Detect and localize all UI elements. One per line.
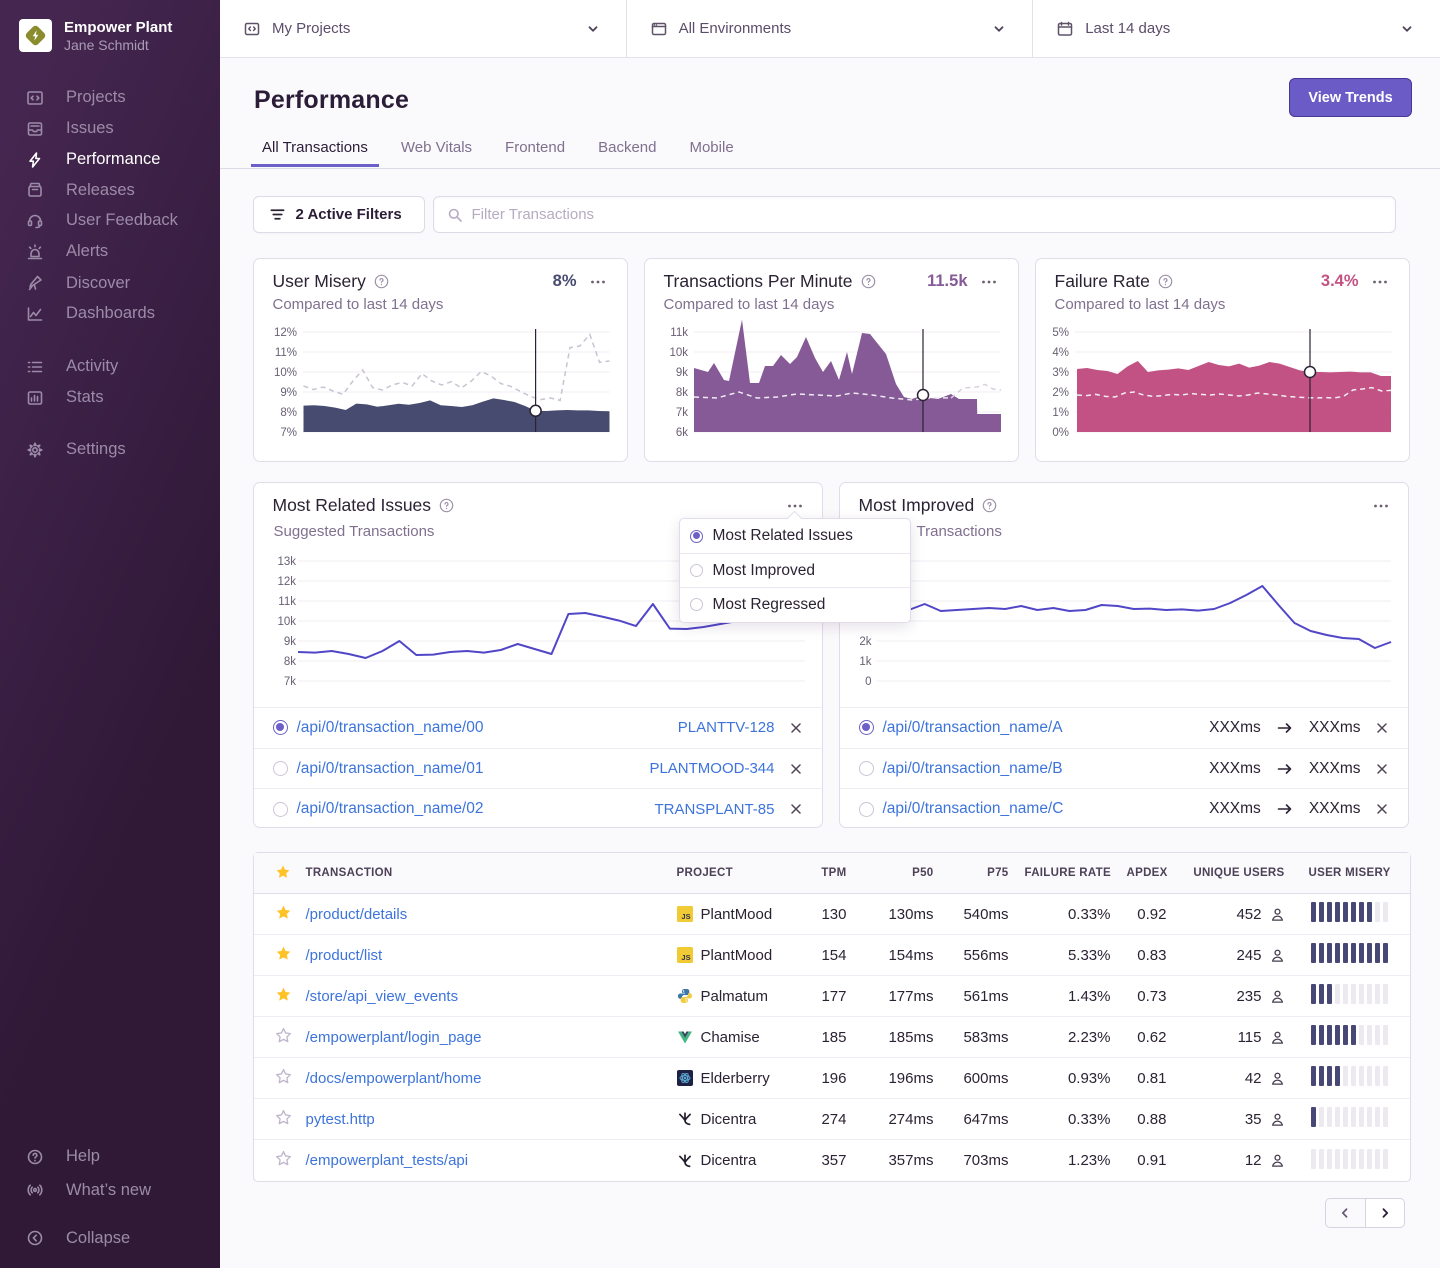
svg-text:13k: 13k <box>277 556 296 568</box>
svg-text:JS: JS <box>681 912 690 921</box>
svg-text:12k: 12k <box>277 576 296 588</box>
svg-text:2k: 2k <box>859 636 871 648</box>
svg-text:1%: 1% <box>1052 407 1069 419</box>
svg-text:12%: 12% <box>273 327 296 339</box>
svg-text:4%: 4% <box>1052 347 1069 359</box>
svg-text:10%: 10% <box>273 367 296 379</box>
svg-text:3%: 3% <box>1052 367 1069 379</box>
svg-text:10k: 10k <box>669 347 688 359</box>
svg-text:JS: JS <box>681 953 690 962</box>
svg-text:11%: 11% <box>274 347 296 359</box>
svg-text:7k: 7k <box>675 407 687 419</box>
svg-text:5%: 5% <box>1052 327 1069 339</box>
svg-text:7%: 7% <box>280 427 297 439</box>
svg-text:8k: 8k <box>283 656 295 668</box>
svg-text:11k: 11k <box>278 596 296 608</box>
svg-text:2%: 2% <box>1052 387 1069 399</box>
svg-text:0: 0 <box>865 676 871 688</box>
svg-text:7k: 7k <box>283 676 295 688</box>
svg-text:8k: 8k <box>675 387 687 399</box>
svg-text:9%: 9% <box>280 387 297 399</box>
svg-text:8%: 8% <box>280 407 297 419</box>
svg-text:6k: 6k <box>675 427 687 439</box>
svg-text:11k: 11k <box>670 327 688 339</box>
svg-text:1k: 1k <box>859 656 871 668</box>
svg-text:0%: 0% <box>1052 427 1069 439</box>
svg-text:9k: 9k <box>675 367 687 379</box>
svg-text:10k: 10k <box>277 616 296 628</box>
svg-text:9k: 9k <box>283 636 295 648</box>
